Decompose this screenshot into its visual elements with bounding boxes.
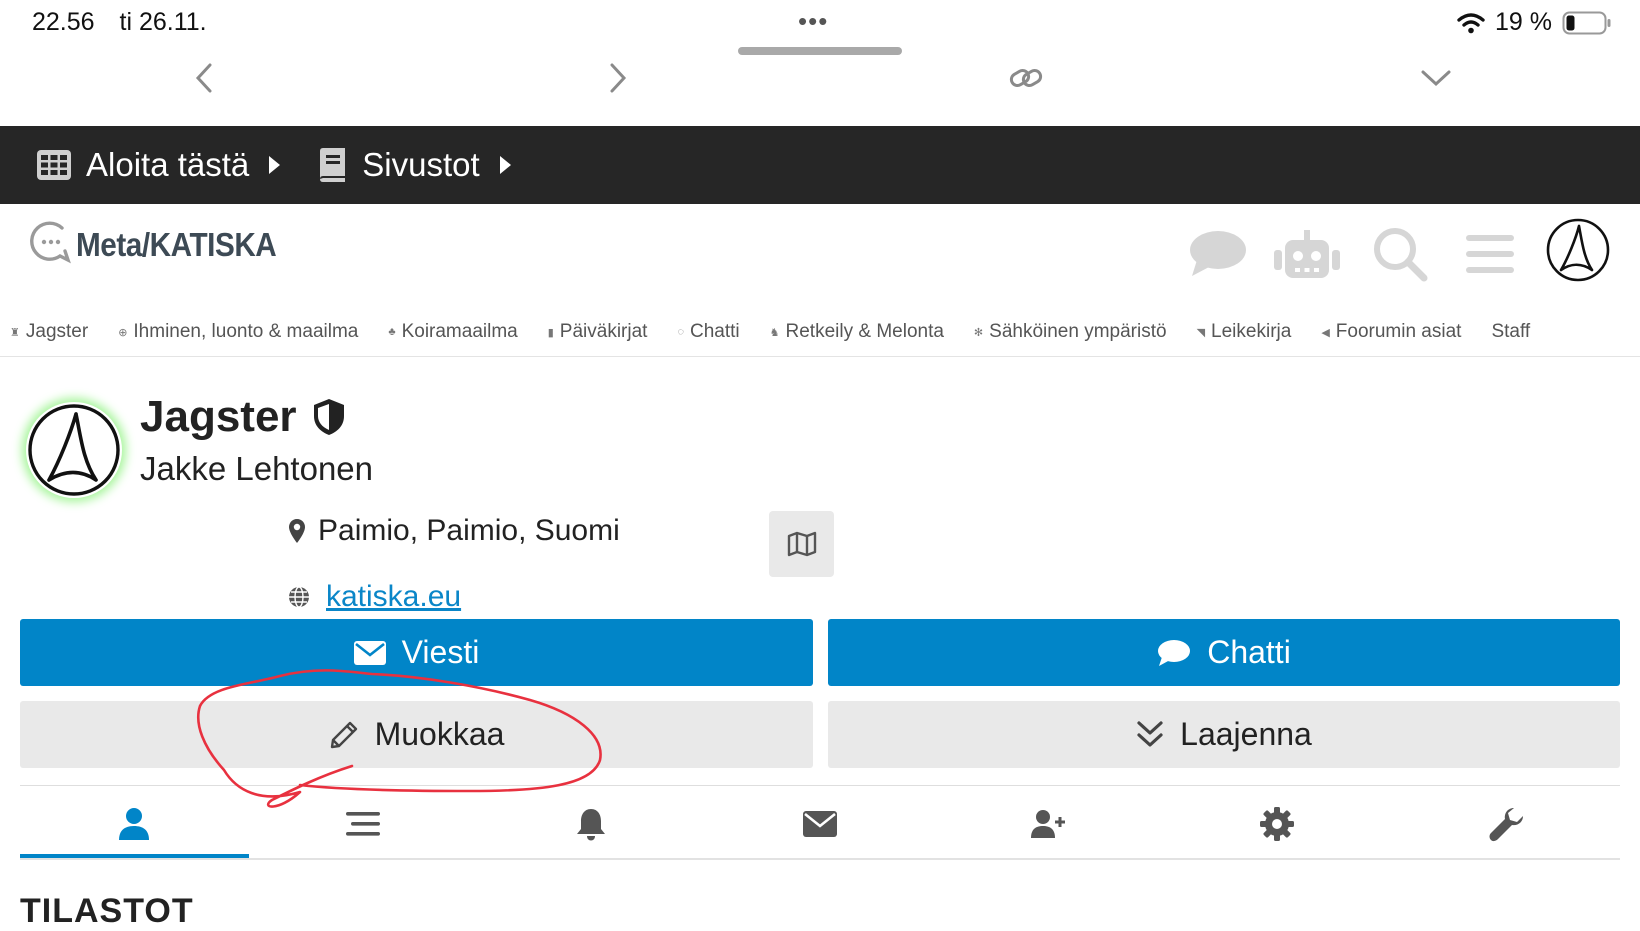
category-label: Päiväkirjat (559, 321, 648, 342)
logo-bubble-icon (30, 221, 71, 264)
category-leikekirja[interactable]: ◥ Leikekirja (1197, 321, 1292, 343)
map-pin-icon (289, 519, 305, 543)
envelope-icon (803, 811, 838, 837)
tab-admin[interactable] (1391, 790, 1620, 858)
user-plus-icon (1030, 810, 1065, 838)
battery-icon (1562, 11, 1611, 34)
tab-notifications[interactable] (477, 790, 706, 858)
grid-icon (37, 150, 71, 180)
start-here-label: Aloita tästä (86, 146, 250, 183)
menu-icon[interactable] (1462, 226, 1518, 282)
robot-icon[interactable] (1270, 226, 1344, 282)
category-label: Chatti (690, 321, 740, 342)
wifi-icon (1457, 12, 1485, 33)
pencil-icon (330, 721, 357, 748)
back-icon[interactable] (186, 60, 222, 96)
map-button[interactable] (769, 511, 834, 577)
sites-label: Sivustot (362, 146, 480, 183)
tab-messages[interactable] (706, 790, 935, 858)
chevron-down-icon[interactable] (1418, 60, 1454, 96)
edit-button[interactable]: Muokkaa (20, 701, 813, 768)
map-icon (787, 531, 816, 557)
status-clock: 22.56 (32, 8, 95, 36)
message-button[interactable]: Viesti (20, 619, 813, 686)
tab-activity[interactable] (249, 790, 478, 858)
expand-button-label: Laajenna (1180, 716, 1312, 752)
website-link[interactable]: katiska.eu (326, 580, 461, 614)
shield-icon (313, 399, 344, 435)
book-icon (320, 148, 346, 182)
wrench-icon (1489, 808, 1523, 842)
status-indicators: 19 % (1457, 8, 1612, 37)
avatar[interactable] (1546, 218, 1610, 282)
username-text: Jagster (140, 392, 297, 441)
site-top-bar: Aloita tästä Sivustot (0, 126, 1640, 204)
category-foorumin-asiat[interactable]: ◀ Foorumin asiat (1321, 321, 1461, 343)
chat-icon[interactable] (1188, 226, 1248, 282)
category-label: Retkeily & Melonta (785, 321, 944, 342)
envelope-icon (353, 640, 386, 665)
sites-menu[interactable]: Sivustot (316, 146, 511, 184)
category-ihminen[interactable]: ⊕ Ihminen, luonto & maailma (118, 321, 358, 343)
profile-website: katiska.eu (288, 580, 461, 614)
tab-profile[interactable] (20, 790, 249, 858)
search-icon[interactable] (1370, 226, 1430, 282)
caret-right-icon (499, 156, 511, 174)
double-chevron-down-icon (1137, 720, 1163, 747)
category-label: Leikekirja (1211, 321, 1292, 342)
bell-icon (577, 809, 606, 841)
category-jagster[interactable]: ♜ Jagster (10, 321, 88, 343)
multitasking-dots-icon[interactable]: ••• (798, 6, 828, 37)
list-icon (345, 812, 380, 836)
comment-icon (1158, 639, 1191, 666)
category-label: Jagster (25, 321, 89, 342)
category-label: Koiramaailma (401, 321, 518, 342)
caret-right-icon (269, 156, 281, 174)
start-here-menu[interactable]: Aloita tästä (36, 146, 281, 184)
divider (0, 356, 1640, 357)
category-label: Foorumin asiat (1335, 321, 1462, 342)
category-nav: ♜ Jagster ⊕ Ihminen, luonto & maailma ♣ Koi… (0, 312, 1640, 352)
globe-icon (289, 586, 309, 608)
site-logo[interactable]: Meta/KATISKA (30, 220, 299, 264)
gear-icon (1260, 807, 1295, 841)
profile-location: Paimio, Paimio, Suomi (288, 514, 620, 548)
edit-button-label: Muokkaa (374, 716, 505, 752)
category-label: Sähköinen ympäristö (989, 321, 1167, 342)
message-button-label: Viesti (401, 634, 480, 670)
tab-preferences[interactable] (1163, 790, 1392, 858)
profile-real-name: Jakke Lehtonen (140, 450, 374, 487)
chat-button-label: Chatti (1207, 634, 1291, 670)
divider (20, 785, 1620, 786)
user-icon (119, 808, 150, 840)
status-date: ti 26.11. (119, 8, 207, 36)
logo-text: Meta/KATISKA (76, 226, 277, 263)
chat-button[interactable]: Chatti (828, 619, 1620, 686)
location-text: Paimio, Paimio, Suomi (318, 514, 620, 547)
forward-icon[interactable] (600, 60, 636, 96)
category-label: Ihminen, luonto & maailma (133, 321, 359, 342)
section-title: TILASTOT (20, 892, 194, 930)
status-time: 22.56 ti 26.11. (32, 8, 207, 37)
category-staff[interactable]: Staff (1491, 321, 1530, 343)
profile-username: Jagster (140, 392, 347, 442)
category-sahkoinen[interactable]: ✻ Sähköinen ympäristö (974, 321, 1167, 343)
battery-percent: 19 % (1495, 8, 1552, 36)
profile-tabs (20, 790, 1620, 858)
category-paivakirjat[interactable]: ▮ Päiväkirjat (548, 321, 648, 343)
window-grabber[interactable] (738, 47, 902, 55)
category-chatti[interactable]: ◌ Chatti (677, 321, 739, 343)
expand-button[interactable]: Laajenna (828, 701, 1620, 768)
category-koiramaailma[interactable]: ♣ Koiramaailma (388, 321, 517, 343)
category-retkeily[interactable]: ♞ Retkeily & Melonta (770, 321, 944, 343)
divider (20, 858, 1620, 860)
tab-invite[interactable] (934, 790, 1163, 858)
link-icon[interactable] (1008, 60, 1044, 96)
category-label: Staff (1491, 321, 1531, 342)
profile-avatar (26, 402, 122, 498)
